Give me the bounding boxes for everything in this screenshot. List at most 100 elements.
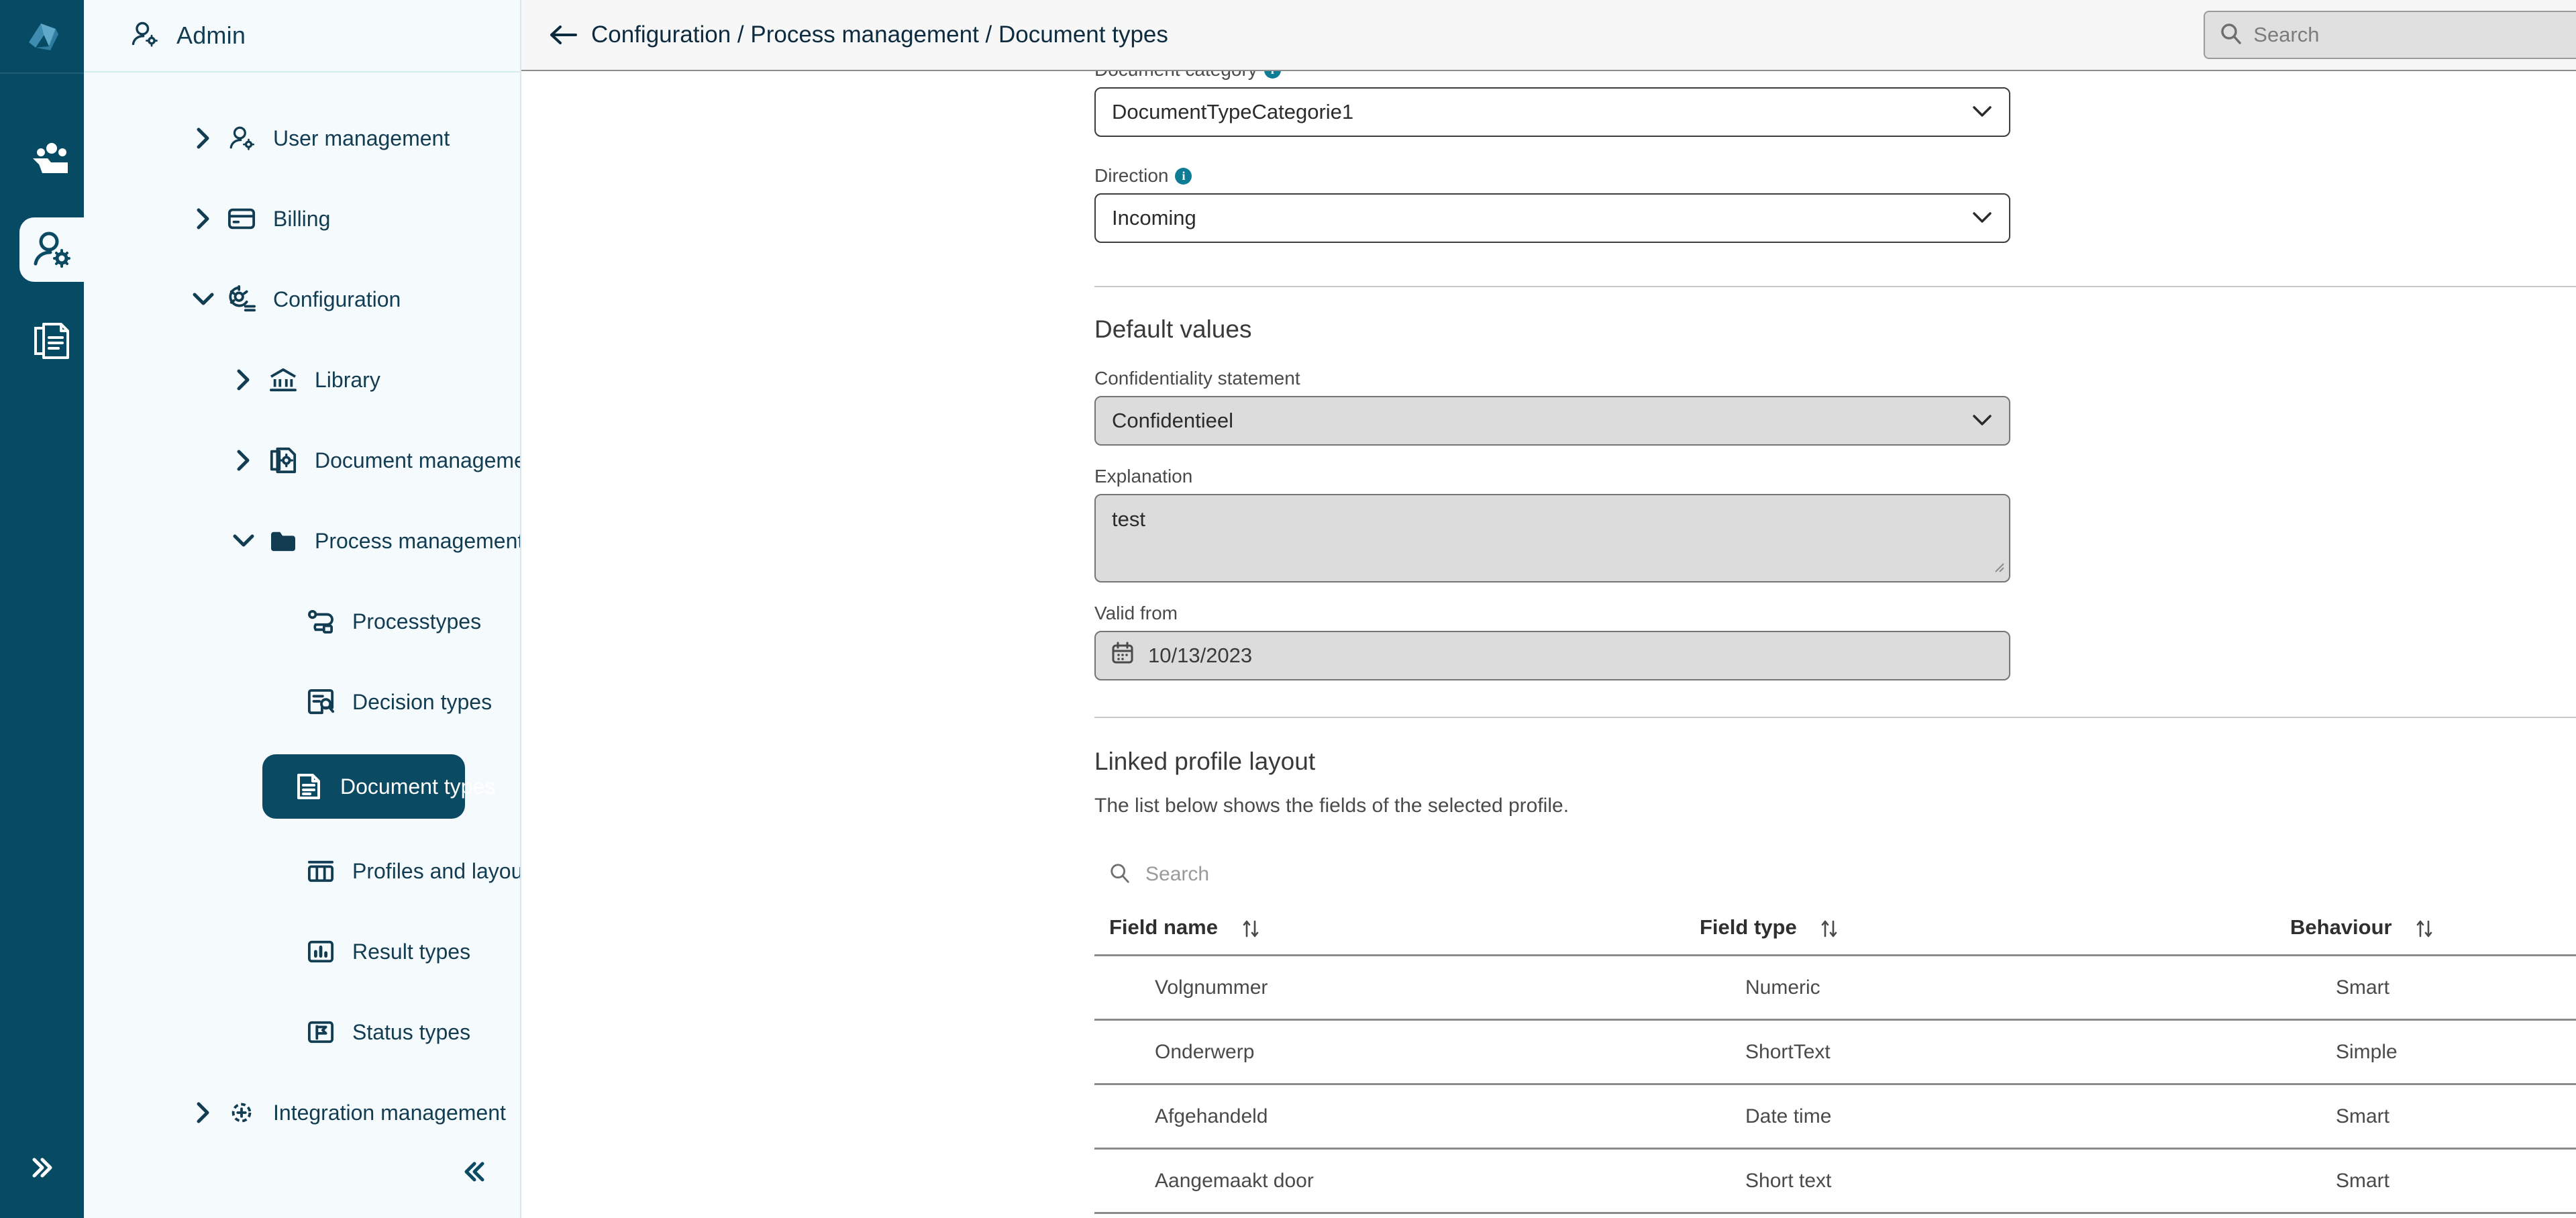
cell-field-type: ShortText <box>1685 1020 2275 1084</box>
sidebar-item-user-management[interactable]: User management <box>84 110 520 166</box>
cell-field-type: Numeric <box>1685 956 2275 1020</box>
nav-spacer <box>84 569 520 593</box>
table-row[interactable]: Aangemaakt door Short text Smart <box>1094 1149 2576 1213</box>
cell-field-type: Short text <box>1685 1149 2275 1213</box>
table-row[interactable]: Onderwerp ShortText Simple <box>1094 1020 2576 1084</box>
info-icon[interactable]: i <box>1264 71 1281 79</box>
table-row[interactable]: Volgnummer Numeric Smart <box>1094 956 2576 1020</box>
sidebar-item-label: Process management <box>315 529 520 554</box>
sidebar-item-label: Status types <box>352 1020 470 1045</box>
sort-updown-icon[interactable] <box>1820 919 1839 939</box>
integration-icon <box>222 1099 261 1127</box>
sidebar-item-profiles-and-layout[interactable]: Profiles and layout <box>84 843 520 899</box>
calendar-icon[interactable] <box>1111 641 1135 670</box>
flag-box-icon <box>301 1019 340 1045</box>
rail-item-documents[interactable] <box>19 309 84 373</box>
column-label: Field type <box>1700 915 1797 939</box>
default-values-header: Default values Edit <box>1094 315 2576 344</box>
chevron-double-right-icon[interactable] <box>19 1144 66 1191</box>
resize-grip-icon[interactable] <box>1992 554 2005 578</box>
sidebar-item-document-types[interactable]: Document types <box>262 754 465 819</box>
sidebar-item-processtypes[interactable]: Processtypes <box>84 593 520 650</box>
document-category-select[interactable]: DocumentTypeCategorie1 <box>1094 87 2010 137</box>
sidebar-item-label: User management <box>273 126 450 151</box>
sidebar-item-label: Profiles and layout <box>352 859 520 884</box>
column-header-behaviour[interactable]: Behaviour <box>2275 901 2576 956</box>
document-category-value: DocumentTypeCategorie1 <box>1112 100 1353 124</box>
chevron-right-icon[interactable] <box>226 449 261 472</box>
sidebar-item-billing[interactable]: Billing <box>84 191 520 247</box>
arrow-left-icon[interactable] <box>546 17 582 53</box>
valid-from-label: Valid from <box>1094 603 2576 624</box>
chevron-right-icon[interactable] <box>226 368 261 391</box>
sidebar-item-library[interactable]: Library <box>84 352 520 408</box>
chevron-down-icon[interactable] <box>186 291 221 307</box>
bar-chart-box-icon <box>301 939 340 964</box>
table-row[interactable]: Afgehandeld Date time Smart <box>1094 1084 2576 1149</box>
chevron-right-icon[interactable] <box>186 1101 221 1124</box>
sidebar-item-label: Decision types <box>352 690 492 715</box>
document-gear-icon <box>264 446 303 474</box>
nav-spacer <box>84 489 520 513</box>
valid-from-input[interactable]: 10/13/2023 <box>1094 631 2010 680</box>
content-inner: Document category i DocumentTypeCategori… <box>1094 71 2576 1218</box>
rail-bottom <box>0 1144 84 1191</box>
nav-spacer <box>84 730 520 754</box>
search-icon <box>2220 22 2243 48</box>
table-search-input[interactable]: Search <box>1145 863 1209 886</box>
explanation-field: Explanation test <box>1094 466 2576 582</box>
sidebar-item-label: Processtypes <box>352 609 481 634</box>
search-input[interactable]: Search <box>2204 11 2576 59</box>
sidebar-item-label: Document management <box>315 448 520 473</box>
info-icon[interactable]: i <box>1175 168 1192 185</box>
document-lines-icon <box>289 772 328 801</box>
search-icon <box>1109 862 1131 887</box>
section-divider <box>1094 717 2576 718</box>
explanation-textarea[interactable]: test <box>1094 494 2010 582</box>
chevron-down-icon[interactable] <box>226 533 261 549</box>
confidentiality-select[interactable]: Confidentieel <box>1094 396 2010 446</box>
sidebar-item-document-management[interactable]: Document management <box>84 432 520 489</box>
breadcrumb[interactable]: Configuration / Process management / Doc… <box>591 21 1168 48</box>
linked-profile-title: Linked profile layout <box>1094 748 2576 776</box>
sidebar-item-decision-types[interactable]: Decision types <box>84 674 520 730</box>
sidebar-item-integration-management[interactable]: Integration management <box>84 1084 520 1141</box>
document-category-label-row: Document category i <box>1094 71 2576 81</box>
nav-spacer <box>84 408 520 432</box>
document-category-label: Document category <box>1094 71 1257 81</box>
sidebar-header: Admin <box>84 0 520 72</box>
top-bar-right: Search PE Performance Test1 <box>2204 11 2576 59</box>
chevron-double-left-icon[interactable] <box>460 1157 489 1190</box>
sort-updown-icon[interactable] <box>1241 919 1260 939</box>
table-header-row: Field name Field type <box>1094 901 2576 956</box>
table-row[interactable]: Datum laatste wijziging Date time Smart <box>1094 1213 2576 1218</box>
sidebar-item-process-management[interactable]: Process management <box>84 513 520 569</box>
rail-item-team-folder[interactable] <box>19 126 84 191</box>
app-root: Admin User management <box>0 0 2576 1218</box>
sidebar-item-result-types[interactable]: Result types <box>84 923 520 980</box>
bank-icon <box>264 367 303 393</box>
chevron-right-icon[interactable] <box>186 127 221 150</box>
sidebar-item-label: Integration management <box>273 1101 506 1125</box>
table-search-row: Search Total: 7 <box>1094 848 2576 901</box>
document-category-field: Document category i DocumentTypeCategori… <box>1094 71 2576 137</box>
rail-item-admin[interactable] <box>19 217 84 282</box>
main-area: Configuration / Process management / Doc… <box>521 0 2576 1218</box>
sidebar-item-configuration[interactable]: Configuration <box>84 271 520 327</box>
direction-label: Direction <box>1094 165 1168 187</box>
chevron-right-icon[interactable] <box>186 207 221 230</box>
cell-field-name: Aangemaakt door <box>1094 1149 1685 1213</box>
sort-updown-icon[interactable] <box>2415 919 2434 939</box>
column-header-field-name[interactable]: Field name <box>1094 901 1685 956</box>
direction-select[interactable]: Incoming <box>1094 193 2010 243</box>
sidebar-item-label: Library <box>315 368 380 393</box>
nav-spacer <box>84 819 520 843</box>
column-header-field-type[interactable]: Field type <box>1685 901 2275 956</box>
top-bar: Configuration / Process management / Doc… <box>521 0 2576 71</box>
cell-behaviour: Smart <box>2275 1084 2576 1149</box>
content-scroll-area: Document category i DocumentTypeCategori… <box>521 71 2576 1218</box>
cell-behaviour: Smart <box>2275 1213 2576 1218</box>
app-logo-icon[interactable] <box>0 0 84 72</box>
decision-icon <box>301 689 340 715</box>
sidebar-item-status-types[interactable]: Status types <box>84 1004 520 1060</box>
